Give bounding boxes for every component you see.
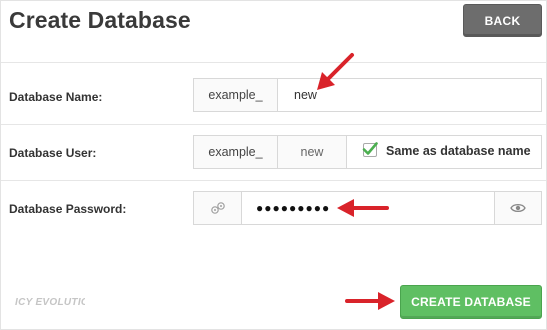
annotation-arrow (317, 53, 354, 90)
same-as-database-name-label: Same as database name (386, 144, 531, 158)
create-database-button[interactable]: CREATE DATABASE (400, 285, 542, 319)
divider (1, 62, 546, 63)
annotation-arrow (337, 199, 389, 217)
page-title: Create Database (9, 7, 191, 33)
back-button[interactable]: BACK (463, 4, 542, 37)
password-masked-value: ●●●●●●●●● (256, 201, 331, 215)
divider (1, 124, 546, 125)
generate-password-icon (210, 202, 225, 214)
database-user-prefix: example_ (193, 135, 278, 169)
database-user-label: Database User: (9, 146, 97, 160)
svg-text:ICY EVOLUTION: ICY EVOLUTION (15, 297, 85, 308)
database-name-label: Database Name: (9, 90, 103, 104)
database-password-label: Database Password: (9, 202, 127, 216)
show-password-button[interactable] (494, 191, 542, 225)
check-icon (362, 142, 378, 155)
icy-evolution-logo: ICY EVOLUTION (15, 297, 85, 308)
eye-icon (510, 203, 526, 213)
database-name-prefix: example_ (193, 78, 278, 112)
database-user-input[interactable]: new (277, 135, 347, 169)
generate-password-button[interactable] (193, 191, 242, 225)
divider (1, 180, 546, 181)
annotation-arrow (345, 292, 395, 310)
